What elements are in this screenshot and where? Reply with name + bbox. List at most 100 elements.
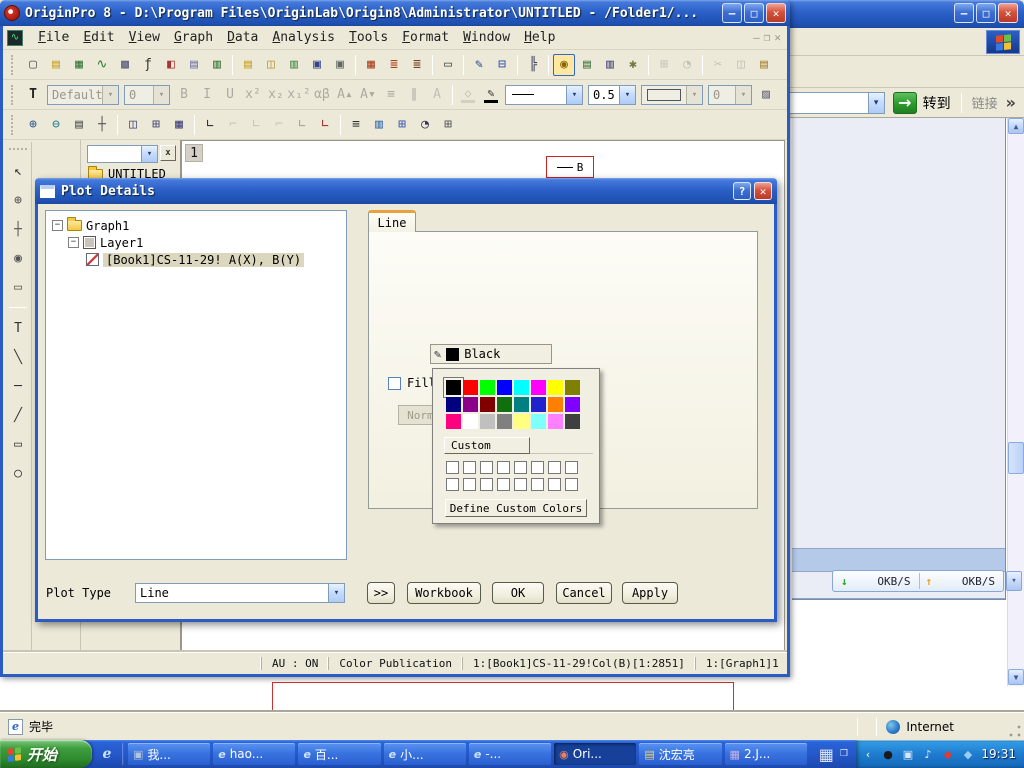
ie-close-button[interactable]: ✕ [998, 3, 1018, 23]
rescale-icon[interactable]: ┼ [91, 114, 113, 136]
date-time-stamp-icon[interactable]: ◔ [414, 114, 436, 136]
resize-grip[interactable] [1008, 724, 1022, 738]
layout-toggle-icon[interactable]: ❒ [840, 749, 848, 759]
line-tool-icon[interactable]: ─ [7, 375, 29, 397]
code-builder-icon[interactable]: ✱ [622, 54, 644, 76]
zoom-tool-icon[interactable]: ⊕ [7, 189, 29, 211]
color-swatch-violet[interactable] [565, 397, 580, 412]
hide-icons-chevron-icon[interactable]: ‹ [860, 746, 876, 762]
add-xy-scaler-icon[interactable]: ⊞ [391, 114, 413, 136]
new-bottom-axis-icon[interactable]: ∟ [199, 114, 221, 136]
zoom-out-icon[interactable]: ⊖ [45, 114, 67, 136]
arrow-tool-icon[interactable]: ╲ [7, 346, 29, 368]
fill-checkbox[interactable] [388, 376, 401, 390]
menu-window[interactable]: Window [456, 28, 517, 47]
color-swatch-royal[interactable] [531, 397, 546, 412]
color-swatch-navy[interactable] [446, 397, 461, 412]
collapse-chevron-button[interactable]: ▾ [1006, 571, 1022, 591]
origin-minimize-button[interactable]: – [722, 3, 742, 23]
line-color-icon[interactable]: ✎ [480, 84, 502, 106]
menu-tools[interactable]: Tools [342, 28, 395, 47]
qq-icon[interactable]: ● [880, 746, 896, 762]
new-project-icon[interactable]: ▢ [22, 54, 44, 76]
color-swatch-lt-cyan[interactable] [531, 414, 546, 429]
data-reader-icon[interactable]: ◉ [7, 247, 29, 269]
new-matrix-icon[interactable]: ▩ [114, 54, 136, 76]
color-swatch-magenta[interactable] [531, 380, 546, 395]
web-thunder-icon[interactable]: ◆ [960, 746, 976, 762]
line-width-select[interactable]: 0.5 ▾ [588, 84, 636, 105]
start-button[interactable]: 开始 [0, 740, 92, 768]
network-status-icon[interactable]: ▣ [900, 746, 916, 762]
taskbar-task[interactable]: e -... [468, 743, 552, 765]
custom-color-swatch[interactable] [463, 461, 476, 474]
mdi-minimize-icon[interactable]: – [753, 31, 760, 44]
color-swatch-red[interactable] [463, 380, 478, 395]
go-button[interactable]: → [892, 91, 917, 114]
ie-maximize-button[interactable]: □ [976, 3, 996, 23]
print-icon[interactable]: ▭ [437, 54, 459, 76]
paste-icon[interactable]: ▤ [753, 54, 775, 76]
custom-color-swatch[interactable] [565, 478, 578, 491]
circle-tool-icon[interactable]: ○ [7, 462, 29, 484]
color-swatch-dark-cyan[interactable] [514, 397, 529, 412]
add-legend-icon[interactable]: ≡ [345, 114, 367, 136]
color-swatch-dark-yellow[interactable] [565, 380, 580, 395]
chevron-down-icon[interactable]: ▾ [867, 92, 884, 113]
whole-page-icon[interactable]: ▤ [68, 114, 90, 136]
menu-view[interactable]: View [122, 28, 167, 47]
save-project-icon[interactable]: ▣ [306, 54, 328, 76]
origin-maximize-button[interactable]: □ [744, 3, 764, 23]
edit-mode-icon[interactable]: ✎ [468, 54, 490, 76]
volume-icon[interactable]: ♪ [920, 746, 936, 762]
custom-color-swatch[interactable] [531, 478, 544, 491]
explorer-path-select[interactable]: ▾ [87, 145, 158, 163]
color-swatch-yellow[interactable] [548, 380, 563, 395]
open-template-icon[interactable]: ◫ [260, 54, 282, 76]
custom-color-swatch[interactable] [497, 478, 510, 491]
dialog-help-button[interactable]: ? [733, 182, 751, 200]
scrollbar-thumb[interactable] [1008, 442, 1024, 474]
polyline-tool-icon[interactable]: ╱ [7, 404, 29, 426]
color-swatch-white[interactable] [463, 414, 478, 429]
menu-data[interactable]: Data [220, 28, 265, 47]
taskbar-task[interactable]: ▣ 我... [128, 743, 211, 765]
arrange-layers-icon[interactable]: ▦ [168, 114, 190, 136]
color-swatch-lt-yellow[interactable] [514, 414, 529, 429]
menu-edit[interactable]: Edit [76, 28, 121, 47]
custom-color-swatch[interactable] [514, 461, 527, 474]
plot-type-select[interactable]: Line ▾ [135, 583, 345, 603]
tree-item-layer1[interactable]: − Layer1 [46, 234, 346, 251]
menu-file[interactable]: File [31, 28, 76, 47]
new-folder-icon[interactable]: ▤ [45, 54, 67, 76]
custom-color-swatch[interactable] [497, 461, 510, 474]
new-layout-icon[interactable]: ◧ [160, 54, 182, 76]
links-more-chevron[interactable]: » [1006, 93, 1016, 112]
custom-color-swatch[interactable] [548, 478, 561, 491]
merge-layers-icon[interactable]: ⊞ [145, 114, 167, 136]
color-swatch-purple[interactable] [463, 397, 478, 412]
menu-analysis[interactable]: Analysis [265, 28, 342, 47]
text-format-icon[interactable]: T [22, 84, 44, 106]
color-swatch-dark-gray[interactable] [565, 414, 580, 429]
custom-color-swatch[interactable] [548, 461, 561, 474]
fill-area-option[interactable]: Fill [388, 376, 436, 390]
taskbar-task[interactable]: ▦ 2.J... [724, 743, 807, 765]
color-swatch-pink[interactable] [446, 414, 461, 429]
script-window-icon[interactable]: ▥ [599, 54, 621, 76]
color-swatch-cyan[interactable] [514, 380, 529, 395]
view-mode-icon[interactable]: ◉ [553, 53, 575, 76]
workbook-button[interactable]: Workbook [407, 582, 481, 604]
color-swatch-orange[interactable] [548, 397, 563, 412]
add-table-icon[interactable]: ⊞ [437, 114, 459, 136]
zoom-in-icon[interactable]: ⊕ [22, 114, 44, 136]
screen-reader-icon[interactable]: ┼ [7, 218, 29, 240]
tree-item-dataplot[interactable]: [Book1]CS-11-29! A(X), B(Y) [46, 251, 346, 268]
scroll-down-button[interactable]: ▼ [1008, 669, 1024, 685]
apply-button[interactable]: Apply [622, 582, 678, 604]
color-swatch-olive[interactable] [497, 397, 512, 412]
menu-graph[interactable]: Graph [167, 28, 220, 47]
custom-color-swatch[interactable] [531, 461, 544, 474]
color-swatch-green[interactable] [480, 380, 495, 395]
origin-titlebar[interactable]: OriginPro 8 - D:\Program Files\OriginLab… [0, 0, 790, 26]
